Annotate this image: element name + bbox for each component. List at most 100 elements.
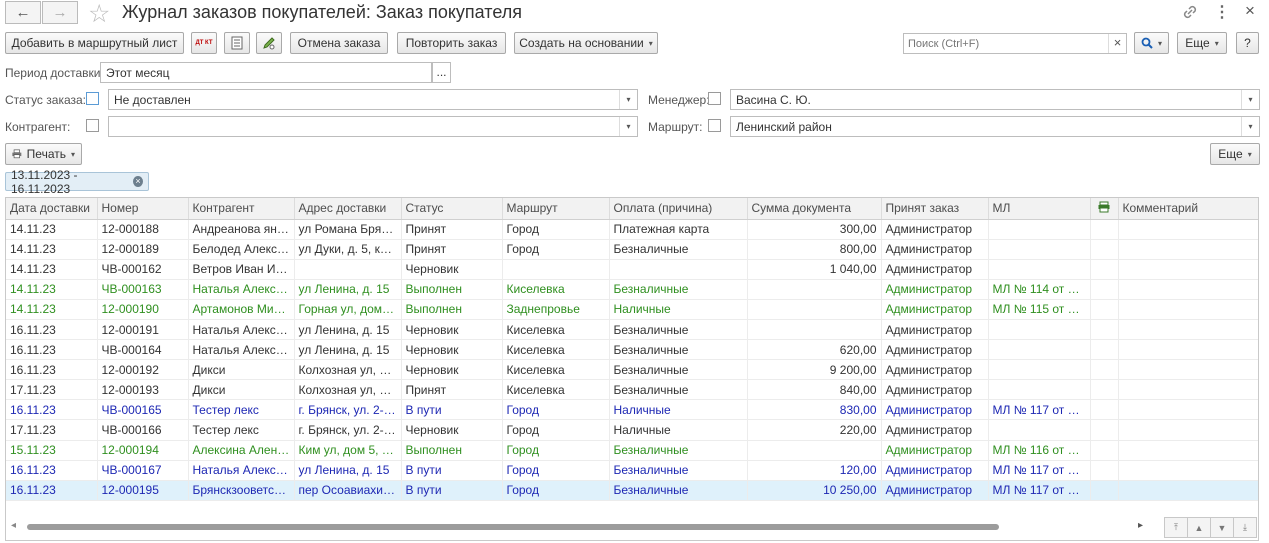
search-button[interactable]: ▾ <box>1134 32 1169 54</box>
table-more-button[interactable]: Еще ▾ <box>1210 143 1260 165</box>
column-header[interactable]: Адрес доставки <box>294 198 402 220</box>
status-checkbox[interactable] <box>86 92 99 105</box>
route-field[interactable]: Ленинский район ▾ <box>730 116 1260 137</box>
period-field[interactable]: Этот месяц <box>100 62 432 83</box>
chevron-down-icon[interactable]: ▾ <box>619 90 637 109</box>
table-cell: 220,00 <box>747 419 882 441</box>
route-checkbox[interactable] <box>708 119 721 132</box>
more-menu-icon[interactable]: ⋮ <box>1214 2 1230 22</box>
search-field[interactable]: × <box>903 33 1127 54</box>
cancel-order-button[interactable]: Отмена заказа <box>290 32 388 54</box>
scroll-first-button[interactable]: ⤒ <box>1164 517 1188 538</box>
scroll-track[interactable] <box>27 524 1132 530</box>
add-to-route-sheet-button[interactable]: Добавить в маршрутный лист <box>5 32 184 54</box>
table-row[interactable]: 16.11.23 12-000191 Наталья Алекса… ул Ленин… <box>6 319 1258 341</box>
counterparty-field[interactable]: ▾ <box>108 116 638 137</box>
table-cell: 12-000192 <box>97 359 189 381</box>
table-row[interactable]: 16.11.23 12-000195 Брянскзооветснаб пер Осо… <box>6 480 1258 501</box>
table-cell: Город <box>502 460 610 481</box>
repeat-order-button[interactable]: Повторить заказ <box>397 32 506 54</box>
table-cell: Платежная карта <box>609 219 748 240</box>
chevron-down-icon[interactable]: ▾ <box>1241 90 1259 109</box>
period-select-button[interactable]: ... <box>432 62 451 83</box>
chevron-down-icon: ▾ <box>70 149 75 159</box>
table-row[interactable]: 15.11.23 12-000194 Алексина Алена… Ким ул, … <box>6 440 1258 461</box>
table-row[interactable]: 16.11.23 ЧВ-000164 Наталья Алекса… ул Ленин… <box>6 339 1258 361</box>
chevron-down-icon[interactable]: ▾ <box>1241 117 1259 136</box>
table-row[interactable]: 16.11.23 ЧВ-000167 Наталья Алекса… ул Ленин… <box>6 460 1258 481</box>
table-row[interactable]: 17.11.23 ЧВ-000166 Тестер лекс г. Брянск, у… <box>6 419 1258 441</box>
favorite-star-icon[interactable]: ☆ <box>88 0 110 29</box>
column-header[interactable]: Маршрут <box>502 198 610 220</box>
manager-field[interactable]: Васина С. Ю. ▾ <box>730 89 1260 110</box>
help-button[interactable]: ? <box>1236 32 1259 54</box>
manager-checkbox[interactable] <box>708 92 721 105</box>
repeat-order-label: Повторить заказ <box>405 36 498 50</box>
column-header[interactable] <box>1090 198 1119 220</box>
create-based-on-button[interactable]: Создать на основании ▾ <box>514 32 658 54</box>
table-row[interactable]: 14.11.23 12-000189 Белодед Алекс… ул Дуки, … <box>6 239 1258 260</box>
counterparty-checkbox[interactable] <box>86 119 99 132</box>
table-row[interactable]: 14.11.23 12-000188 Андреанова яна… ул Роман… <box>6 219 1258 240</box>
column-header[interactable]: Номер <box>97 198 189 220</box>
status-field[interactable]: Не доставлен ▾ <box>108 89 638 110</box>
table-cell: 830,00 <box>747 399 882 421</box>
remove-filter-icon[interactable]: × <box>133 176 143 187</box>
table-cell: Принят <box>401 379 503 401</box>
column-header[interactable]: Сумма документа <box>747 198 882 220</box>
table-cell: Андреанова яна… <box>188 219 295 240</box>
table-cell: 1 040,00 <box>747 259 882 280</box>
scroll-thumb[interactable] <box>27 524 1000 530</box>
table-row[interactable]: 16.11.23 ЧВ-000165 Тестер лекс г. Брянск, у… <box>6 399 1258 421</box>
table-cell: 17.11.23 <box>6 419 98 441</box>
table-row[interactable]: 14.11.23 ЧВ-000162 Ветров Иван Ив… Черновик… <box>6 259 1258 280</box>
link-icon[interactable] <box>1180 2 1200 22</box>
table-cell: МЛ № 116 от 15.… <box>988 440 1091 461</box>
table-cell: Дикси <box>188 379 295 401</box>
table-cell: МЛ № 115 от 14.… <box>988 299 1091 320</box>
table-row[interactable]: 16.11.23 12-000192 Дикси Колхозная ул, … Чер… <box>6 359 1258 381</box>
search-input[interactable] <box>904 34 1104 53</box>
clear-search-icon[interactable]: × <box>1108 34 1126 53</box>
table-cell <box>1090 279 1119 300</box>
table-row[interactable]: 17.11.23 12-000193 Дикси Колхозная ул, … При… <box>6 379 1258 401</box>
column-header[interactable]: МЛ <box>988 198 1091 220</box>
chevron-down-icon[interactable]: ▾ <box>619 117 637 136</box>
dt-kt-button[interactable]: ДТ КТ <box>191 32 217 54</box>
column-header[interactable]: Контрагент <box>188 198 295 220</box>
edit-comment-button[interactable] <box>256 32 282 54</box>
table-cell: Безналичные <box>609 359 748 381</box>
forward-button[interactable]: → <box>42 1 78 24</box>
column-header[interactable]: Дата доставки <box>6 198 98 220</box>
print-button[interactable]: Печать ▾ <box>5 143 82 165</box>
table-cell: Принят <box>401 239 503 260</box>
column-header[interactable]: Оплата (причина) <box>609 198 748 220</box>
table-row[interactable]: 14.11.23 12-000190 Артамонов Миха… Горная у… <box>6 299 1258 320</box>
orders-table: Дата доставки Номер Контрагент Адрес достав… <box>5 197 1259 541</box>
table-cell <box>1090 480 1119 501</box>
manager-label: Менеджер: <box>648 93 710 107</box>
table-cell: 14.11.23 <box>6 259 98 280</box>
scroll-down-button[interactable]: ▼ <box>1210 517 1234 538</box>
counterparty-label: Контрагент: <box>5 120 71 134</box>
scroll-right-icon[interactable]: ▸ <box>1138 520 1143 531</box>
column-header[interactable]: Статус <box>401 198 503 220</box>
scroll-last-button[interactable]: ⤓ <box>1233 517 1257 538</box>
table-cell: 14.11.23 <box>6 219 98 240</box>
scroll-up-button[interactable]: ▲ <box>1187 517 1211 538</box>
column-header[interactable]: Принят заказ <box>881 198 989 220</box>
table-cell <box>988 419 1091 441</box>
close-icon[interactable]: × <box>1245 1 1255 21</box>
table-cell: ЧВ-000164 <box>97 339 189 361</box>
table-cell: ул Ленина, д. 15 <box>294 279 402 300</box>
date-filter-chip[interactable]: 13.11.2023 - 16.11.2023 × <box>5 168 149 196</box>
column-header[interactable]: Комментарий <box>1118 198 1258 220</box>
table-cell: Администратор <box>881 279 989 300</box>
horizontal-scrollbar[interactable]: ◂ ▸ <box>5 517 1155 537</box>
more-button[interactable]: Еще ▾ <box>1177 32 1227 54</box>
chevron-down-icon: ▾ <box>1157 38 1162 48</box>
back-button[interactable]: ← <box>5 1 41 24</box>
table-row[interactable]: 14.11.23 ЧВ-000163 Наталья Алекса… ул Ленин… <box>6 279 1258 300</box>
scroll-left-icon[interactable]: ◂ <box>11 520 16 531</box>
document-list-button[interactable] <box>224 32 250 54</box>
